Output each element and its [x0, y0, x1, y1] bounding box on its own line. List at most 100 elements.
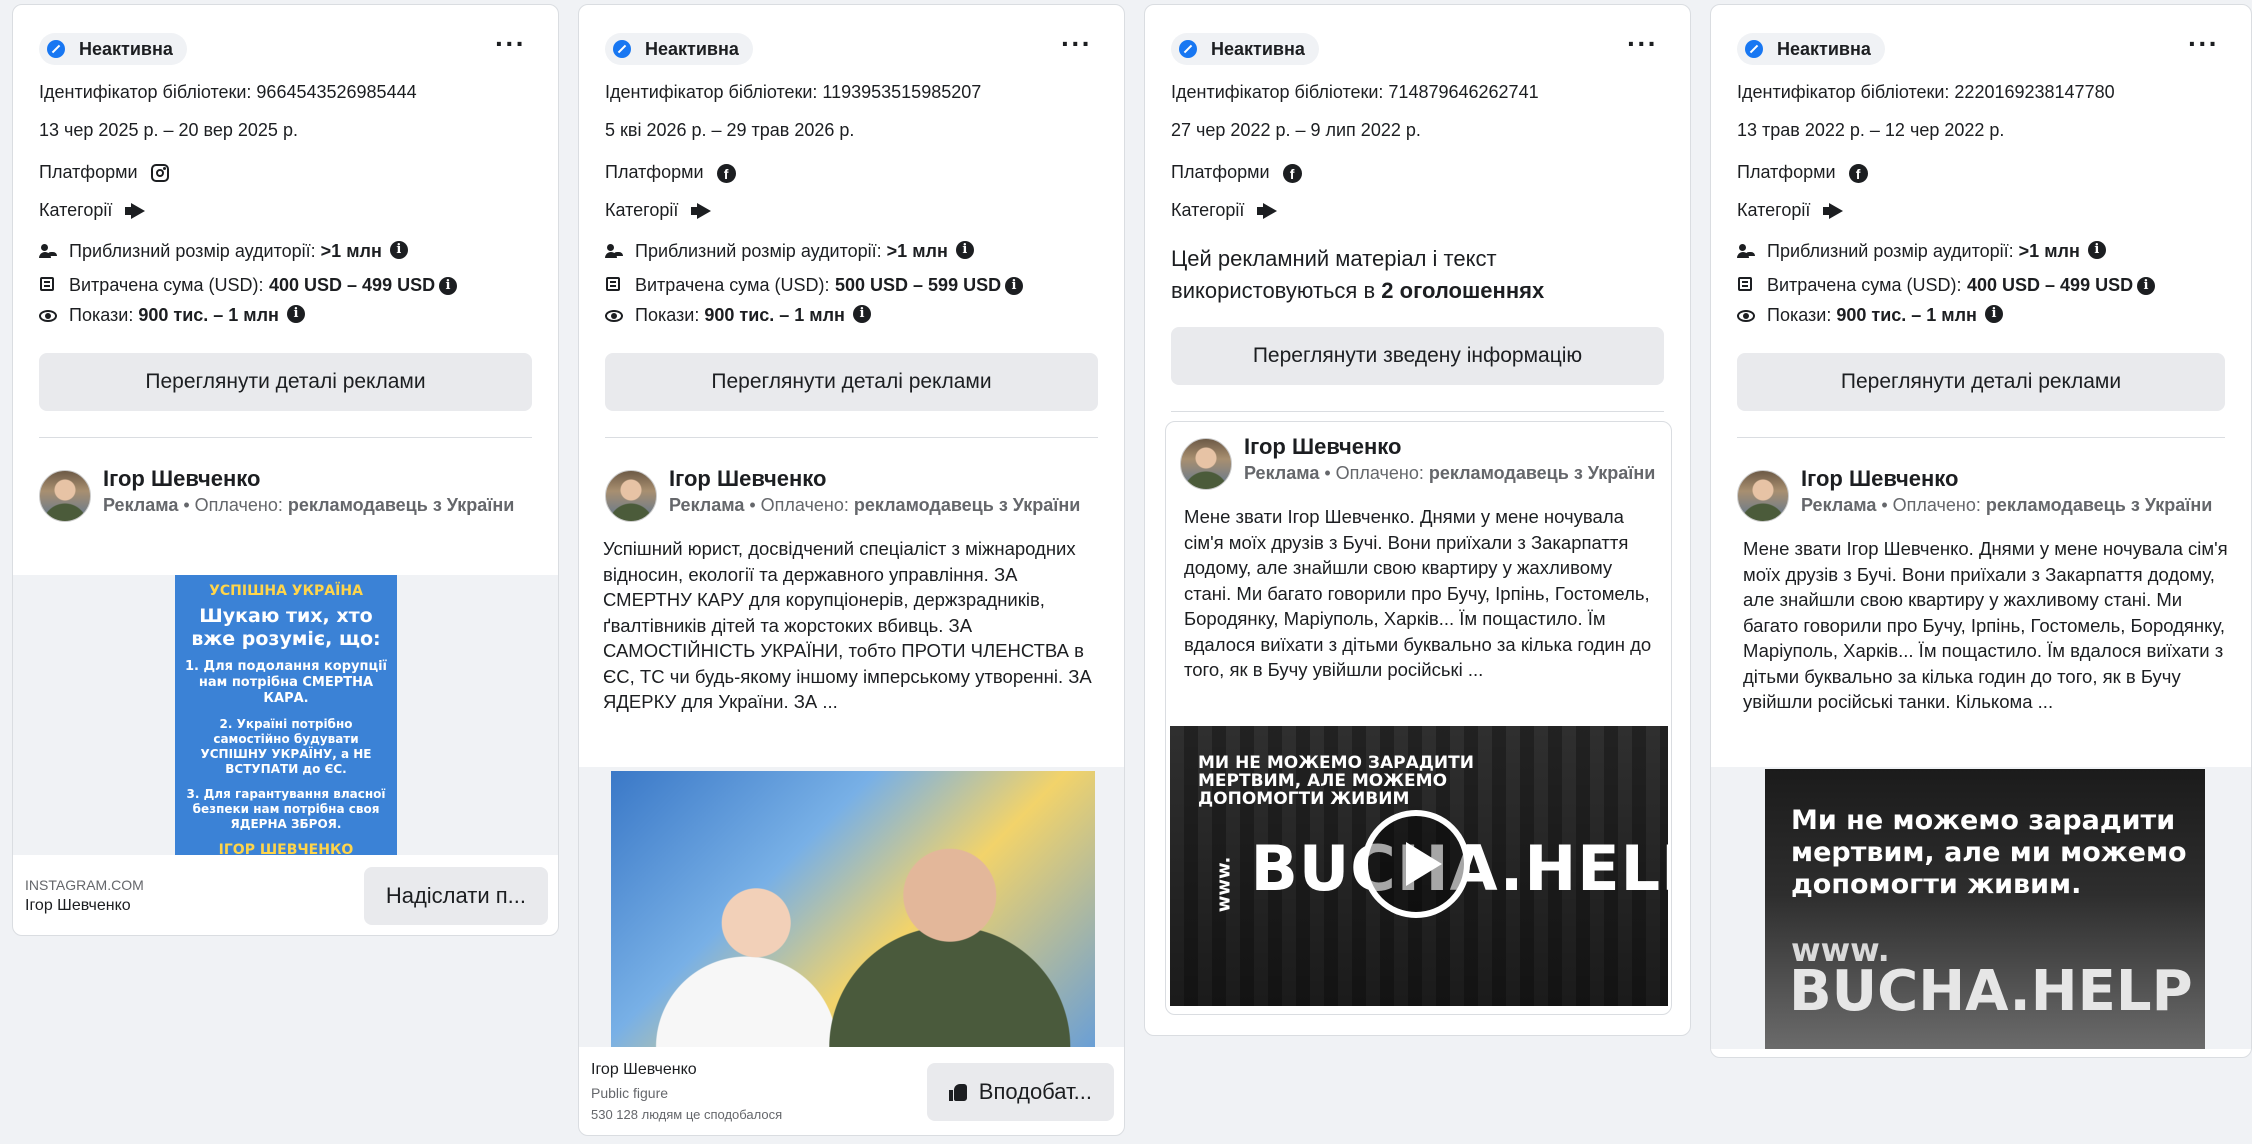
platforms-label: Платформи [1737, 162, 1836, 182]
audience-row: Приблизний розмір аудиторії: >1 млн i [1737, 241, 2225, 265]
avatar[interactable] [39, 470, 91, 522]
library-id: Ідентифікатор бібліотеки: 71487964626274… [1171, 82, 1539, 102]
view-ad-details-button[interactable]: Переглянути деталі реклами [1737, 353, 2225, 411]
more-options-icon[interactable]: ··· [1627, 30, 1658, 58]
impressions-label: Покази: [635, 305, 700, 325]
poster-point-1: 1. Для подолання корупції нам потрібна С… [184, 659, 388, 706]
audience-label: Приблизний розмір аудиторії: [635, 241, 882, 261]
megaphone-icon [1823, 203, 1845, 219]
paid-by: рекламодавець з України [1985, 495, 2213, 515]
advertiser-name[interactable]: Ігор Шевченко [669, 466, 1080, 492]
status-label: Неактивна [1211, 38, 1305, 59]
impressions-value: 900 тис. – 1 млн [1836, 305, 1977, 325]
sponsored-label: Реклама [669, 495, 745, 515]
ad-footer: Ігор Шевченко Public figure 530 128 людя… [579, 1061, 1124, 1122]
megaphone-icon [1257, 203, 1279, 219]
ad-card-1: Неактивна ··· Ідентифікатор бібліотеки: … [12, 4, 559, 936]
categories-label: Категорії [1171, 200, 1245, 220]
ad-dates: 13 трав 2022 р. – 12 чер 2022 р. [1737, 120, 2005, 140]
eye-icon [1737, 307, 1755, 325]
facebook-icon: f [716, 163, 736, 183]
avatar[interactable] [1180, 438, 1232, 490]
impressions-label: Покази: [69, 305, 134, 325]
info-icon[interactable]: i [1005, 277, 1023, 295]
paid-by: рекламодавець з України [1428, 463, 1656, 483]
ad-body-text: Мене звати Ігор Шевченко. Днями у мене н… [1184, 506, 1652, 680]
info-icon[interactable]: i [1984, 305, 2003, 323]
spend-label: Витрачена сума (USD): [69, 275, 264, 295]
ad-footer: INSTAGRAM.COM Ігор Шевченко Надіслати п.… [13, 867, 558, 925]
advertiser-subline: Реклама • Оплачено: рекламодавець з Укра… [103, 492, 514, 518]
categories-row: Категорії [1171, 199, 1664, 221]
info-icon[interactable]: i [2137, 277, 2155, 295]
platforms-row: Платформи [39, 161, 532, 183]
status-badge: Неактивна [39, 33, 187, 65]
paid-by: рекламодавець з України [287, 495, 515, 515]
money-icon [1737, 275, 1755, 293]
library-id: Ідентифікатор бібліотеки: 96645435269854… [39, 82, 417, 102]
summary-count: 2 оголошеннях [1381, 278, 1545, 303]
platforms-label: Платформи [605, 162, 704, 182]
categories-label: Категорії [1737, 200, 1811, 220]
ad-body-text: Успішний юрист, досвідчений спеціаліст з… [603, 538, 1092, 712]
more-options-icon[interactable]: ··· [1061, 30, 1092, 58]
impressions-label: Покази: [1767, 305, 1832, 325]
info-icon[interactable]: i [2087, 241, 2106, 259]
spend-row: Витрачена сума (USD): 400 USD – 499 USD … [39, 273, 532, 297]
paid-label: • Оплачено: [1881, 495, 1981, 515]
money-icon [39, 275, 57, 293]
advertiser-name[interactable]: Ігор Шевченко [1801, 466, 2212, 492]
info-icon[interactable]: i [852, 305, 871, 323]
audience-value: >1 млн [2018, 241, 2080, 261]
status-label: Неактивна [79, 38, 173, 59]
summary-text: Цей рекламний матеріал і текст використо… [1171, 243, 1664, 307]
ad-creative[interactable]: Ми не можемо зарадити мертвим, але ми мо… [1711, 767, 2251, 1049]
platforms-row: Платформи f [1171, 161, 1664, 183]
advertiser-name[interactable]: Ігор Шевченко [103, 466, 514, 492]
avatar[interactable] [1737, 470, 1789, 522]
status-badge: Неактивна [1737, 33, 1885, 65]
impressions-row: Покази: 900 тис. – 1 млн i [605, 305, 1098, 329]
poster-point-3: 3. Для гарантування власної безпеки нам … [186, 787, 386, 831]
eye-icon [39, 307, 57, 325]
platforms-row: Платформи f [605, 161, 1098, 183]
poster-title: УСПІШНА УКРАЇНА [209, 583, 363, 599]
video-caption: МИ НЕ МОЖЕМО ЗАРАДИТИ МЕРТВИМ, АЛЕ МОЖЕМ… [1198, 753, 1474, 809]
ad-creative[interactable] [579, 767, 1124, 1047]
advertiser-name[interactable]: Ігор Шевченко [1244, 434, 1655, 460]
info-icon[interactable]: i [955, 241, 974, 259]
like-page-button[interactable]: Вподобат... [926, 1062, 1114, 1121]
avatar[interactable] [605, 470, 657, 522]
eye-icon [605, 307, 623, 325]
ad-dates: 27 чер 2022 р. – 9 лип 2022 р. [1171, 120, 1421, 140]
sponsored-label: Реклама [103, 495, 179, 515]
ad-preview: Ігор Шевченко Реклама • Оплачено: реклам… [1165, 421, 1672, 1015]
facebook-icon: f [1848, 163, 1868, 183]
megaphone-icon [125, 203, 147, 219]
advertiser-header: Ігор Шевченко Реклама • Оплачено: реклам… [1166, 434, 1671, 490]
advertiser-header: Ігор Шевченко Реклама • Оплачено: реклам… [39, 466, 532, 522]
advertiser-header: Ігор Шевченко Реклама • Оплачено: реклам… [605, 466, 1098, 522]
ad-creative[interactable]: УСПІШНА УКРАЇНА Шукаю тих, хто вже розум… [13, 575, 558, 855]
categories-row: Категорії [605, 199, 1098, 221]
info-icon[interactable]: i [286, 305, 305, 323]
view-ad-details-button[interactable]: Переглянути деталі реклами [39, 353, 532, 411]
ad-video[interactable]: МИ НЕ МОЖЕМО ЗАРАДИТИ МЕРТВИМ, АЛЕ МОЖЕМ… [1170, 726, 1671, 1006]
send-message-button[interactable]: Надіслати п... [363, 867, 548, 925]
view-ad-details-button[interactable]: Переглянути деталі реклами [605, 353, 1098, 411]
more-options-icon[interactable]: ··· [2188, 30, 2219, 58]
ad-card-4: Неактивна ··· Ідентифікатор бібліотеки: … [1710, 4, 2252, 1058]
info-icon[interactable]: i [389, 241, 408, 259]
spend-label: Витрачена сума (USD): [1767, 275, 1962, 295]
play-icon[interactable] [1362, 810, 1470, 918]
info-icon[interactable]: i [439, 277, 457, 295]
facebook-icon: f [1282, 163, 1302, 183]
footer-name: Ігор Шевченко [25, 897, 131, 914]
poster-point-2: 2. Україні потрібно самостійно будувати … [200, 717, 372, 776]
platforms-label: Платформи [39, 162, 138, 182]
ad-dates: 5 кві 2026 р. – 29 трав 2026 р. [605, 120, 855, 140]
divider [1737, 437, 2225, 438]
advertiser-subline: Реклама • Оплачено: рекламодавець з Укра… [1801, 492, 2212, 518]
view-summary-button[interactable]: Переглянути зведену інформацію [1171, 327, 1664, 385]
more-options-icon[interactable]: ··· [495, 30, 526, 58]
